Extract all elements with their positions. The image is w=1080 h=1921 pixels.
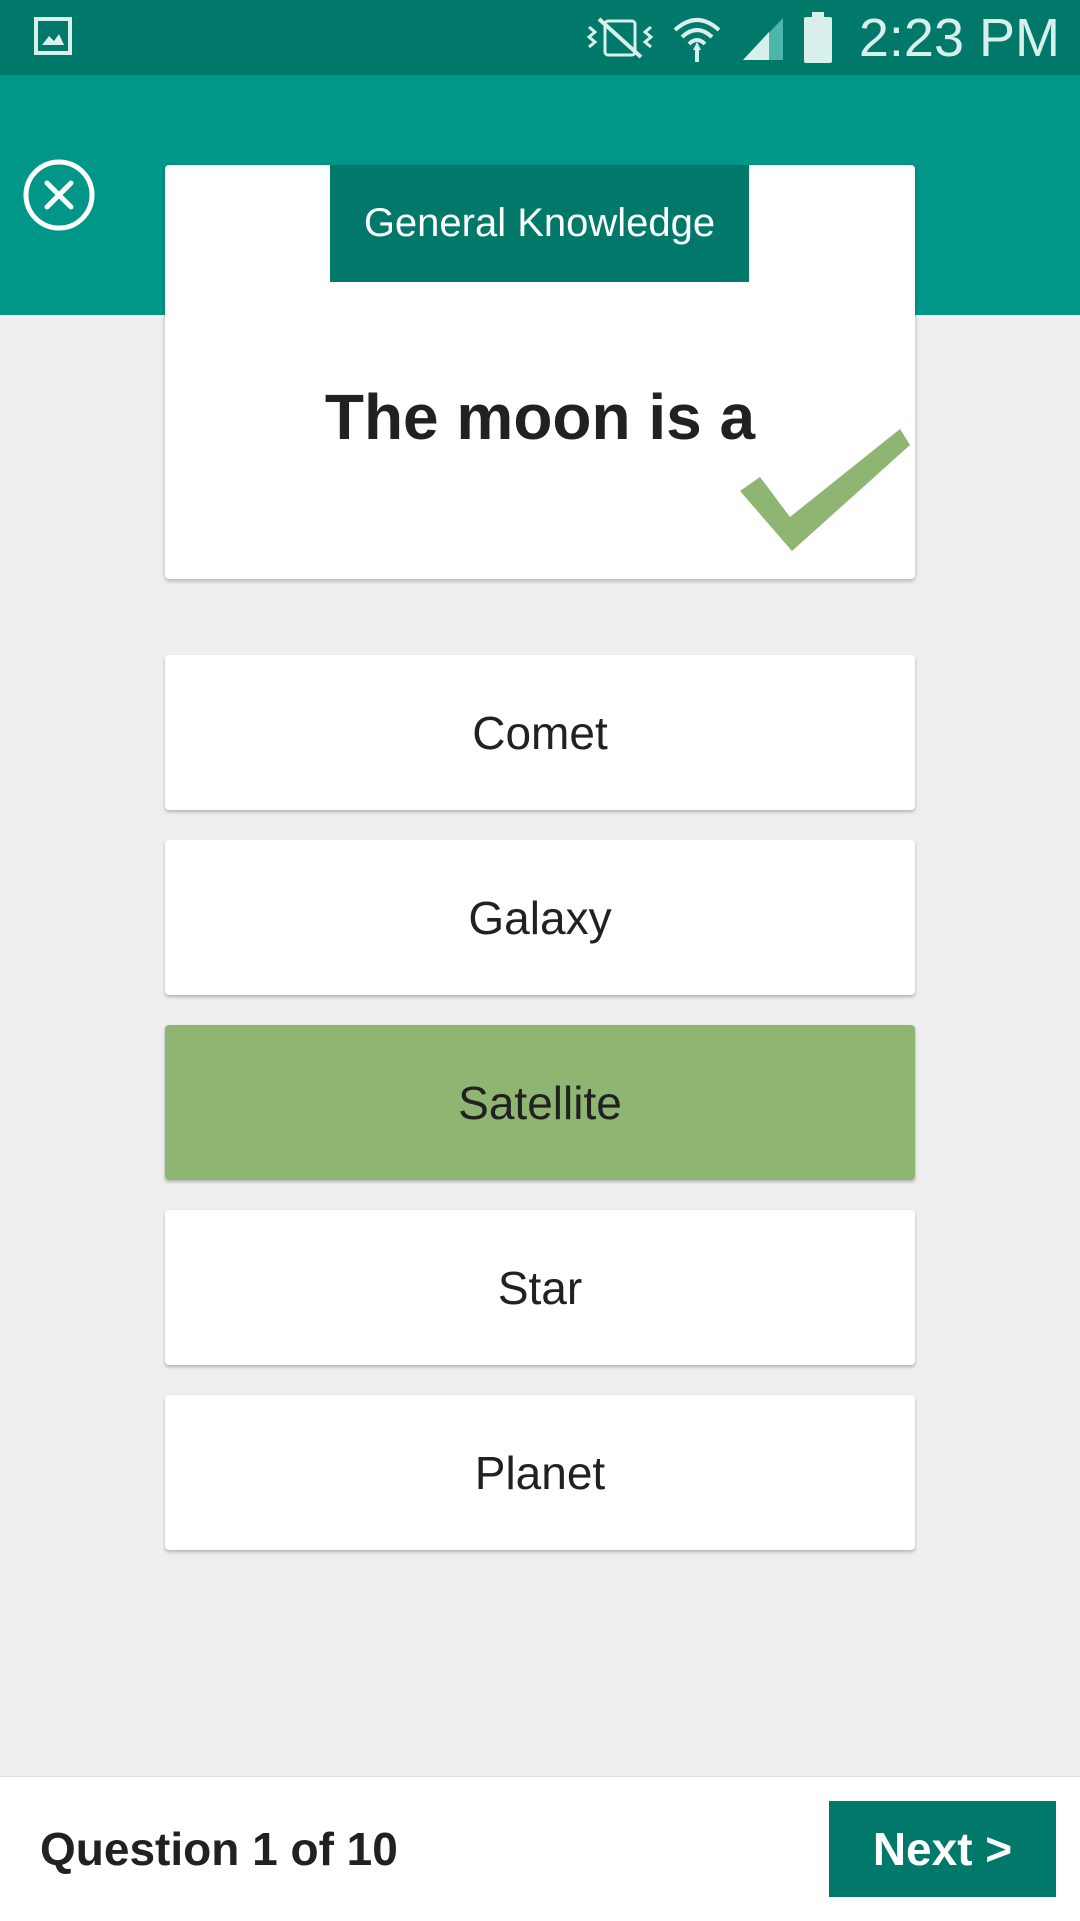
vibrate-icon — [586, 17, 654, 58]
question-card: General Knowledge The moon is a — [165, 165, 915, 579]
question-progress: Question 1 of 10 — [40, 1823, 398, 1875]
answer-option[interactable]: Galaxy — [165, 840, 915, 995]
wifi-icon — [673, 17, 721, 62]
answer-option[interactable]: Comet — [165, 655, 915, 810]
answer-option[interactable]: Planet — [165, 1395, 915, 1550]
answer-option[interactable]: Star — [165, 1210, 915, 1365]
signal-icon — [742, 17, 783, 60]
status-icons: 2:23 PM — [585, 0, 1060, 75]
close-icon[interactable] — [22, 158, 96, 232]
category-label: General Knowledge — [330, 165, 749, 282]
battery-icon — [803, 11, 832, 63]
footer-bar: Question 1 of 10 Next > — [0, 1776, 1080, 1921]
clock: 2:23 PM — [858, 7, 1060, 68]
answer-option-correct[interactable]: Satellite — [165, 1025, 915, 1180]
gallery-icon — [34, 17, 72, 55]
next-button[interactable]: Next > — [829, 1801, 1056, 1897]
answer-list: Comet Galaxy Satellite Star Planet — [165, 655, 915, 1580]
checkmark-icon — [740, 429, 910, 551]
status-bar: 2:23 PM — [0, 0, 1080, 75]
